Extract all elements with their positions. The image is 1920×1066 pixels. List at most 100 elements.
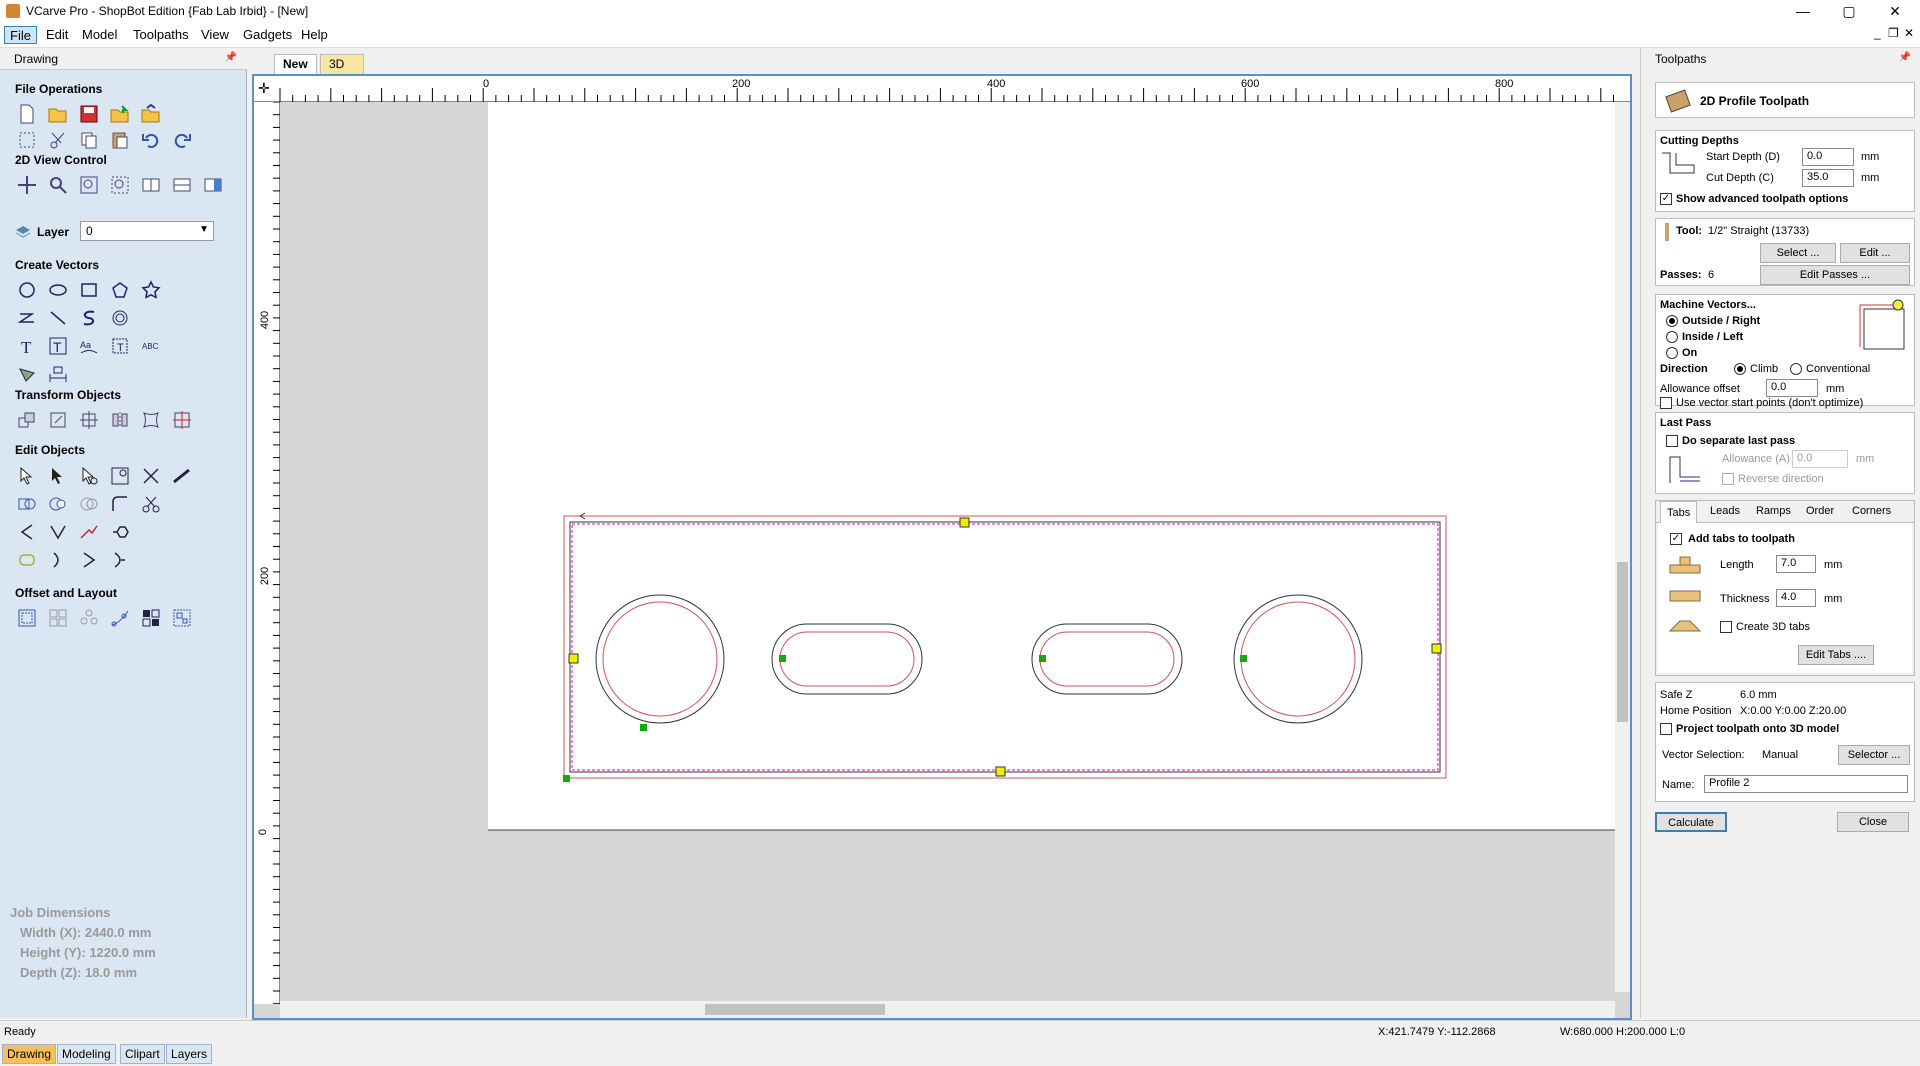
undo-icon[interactable]	[139, 128, 163, 152]
close-icon[interactable]: ✕	[1872, 0, 1918, 22]
layer-select[interactable]: 0 ▼	[80, 221, 214, 241]
tab-3d-view[interactable]: 3D View	[320, 54, 364, 89]
menu-model[interactable]: Model	[77, 26, 122, 44]
bitmap-trace-icon[interactable]	[15, 362, 39, 386]
select-all-icon[interactable]	[15, 128, 39, 152]
offset-icon[interactable]	[15, 606, 39, 630]
close-button[interactable]: Close	[1837, 812, 1909, 832]
distort-icon[interactable]	[139, 408, 163, 432]
pin-icon[interactable]: 📌	[1899, 52, 1911, 63]
pan-icon[interactable]	[15, 173, 39, 197]
set-origin-icon[interactable]	[170, 408, 194, 432]
line-icon[interactable]	[46, 306, 70, 330]
paste-icon[interactable]	[108, 128, 132, 152]
tab-clipart[interactable]: Clipart	[120, 1044, 165, 1064]
measure-icon[interactable]	[170, 464, 194, 488]
tab-layers[interactable]: Layers	[166, 1044, 213, 1064]
import-icon[interactable]	[108, 102, 132, 126]
view-toggle-icon[interactable]	[201, 173, 225, 197]
tab-drawing[interactable]: Drawing	[2, 1044, 57, 1064]
vertical-scrollbar[interactable]	[1615, 102, 1630, 992]
separate-last-pass-checkbox[interactable]	[1666, 435, 1678, 447]
tab-leads[interactable]: Leads	[1710, 505, 1740, 517]
tab-modeling[interactable]: Modeling	[57, 1044, 116, 1064]
minimize-icon[interactable]: —	[1780, 0, 1826, 22]
menu-gadgets[interactable]: Gadgets	[238, 26, 297, 44]
text-arc-icon[interactable]: ABC	[139, 334, 163, 358]
text-frame-icon[interactable]: T	[46, 334, 70, 358]
select-tool-button[interactable]: Select ...	[1760, 243, 1836, 263]
scissors-icon[interactable]	[139, 492, 163, 516]
intersect-icon[interactable]	[77, 492, 101, 516]
menu-toolpaths[interactable]: Toolpaths	[128, 26, 194, 44]
conventional-radio[interactable]	[1790, 363, 1802, 375]
new-file-icon[interactable]	[15, 102, 39, 126]
selector-button[interactable]: Selector ...	[1838, 745, 1910, 765]
pin-icon[interactable]: 📌	[225, 52, 237, 63]
selection-tools-icon[interactable]	[108, 464, 132, 488]
edit-passes-button[interactable]: Edit Passes ...	[1760, 265, 1910, 285]
view-layout-icon[interactable]	[170, 173, 194, 197]
tab-ramps[interactable]: Ramps	[1756, 505, 1791, 517]
zoom-icon[interactable]	[46, 173, 70, 197]
tab-corners[interactable]: Corners	[1852, 505, 1891, 517]
mirror-icon[interactable]	[108, 408, 132, 432]
edit-tabs-button[interactable]: Edit Tabs ....	[1798, 645, 1874, 665]
auto-nest-icon[interactable]	[170, 606, 194, 630]
menu-file[interactable]: File	[4, 26, 37, 44]
project-3d-checkbox[interactable]	[1660, 723, 1672, 735]
allowance-input[interactable]: 0.0	[1792, 450, 1848, 468]
on-radio[interactable]	[1666, 347, 1678, 359]
mdi-close-icon[interactable]: ✕	[1904, 26, 1914, 40]
outside-right-radio[interactable]	[1666, 315, 1678, 327]
polyline-icon[interactable]	[15, 306, 39, 330]
vertical-scroll-thumb[interactable]	[1617, 562, 1628, 722]
allowance-offset-input[interactable]: 0.0	[1766, 379, 1818, 397]
tab-length-input[interactable]: 7.0	[1776, 555, 1816, 573]
join-vectors-icon[interactable]	[46, 520, 70, 544]
polygon-icon[interactable]	[108, 278, 132, 302]
nesting-icon[interactable]	[139, 606, 163, 630]
trim-icon[interactable]	[139, 464, 163, 488]
node-line-icon[interactable]	[77, 548, 101, 572]
close-vector-icon[interactable]	[15, 520, 39, 544]
drawing-area[interactable]	[280, 102, 1615, 994]
crosshair-icon[interactable]: ✛	[258, 80, 270, 97]
fillet-icon[interactable]	[108, 492, 132, 516]
redo-icon[interactable]	[170, 128, 194, 152]
add-tabs-checkbox[interactable]: ✓	[1670, 533, 1682, 545]
move-icon[interactable]	[15, 408, 39, 432]
tab-thickness-input[interactable]: 4.0	[1776, 589, 1816, 607]
dimension-icon[interactable]	[46, 362, 70, 386]
text-on-curve-icon[interactable]: Aa	[77, 334, 101, 358]
mdi-minimize-icon[interactable]: _	[1874, 26, 1881, 40]
use-start-points-checkbox[interactable]	[1660, 397, 1672, 409]
rectangle-icon[interactable]	[77, 278, 101, 302]
star-icon[interactable]	[139, 278, 163, 302]
ellipse-icon[interactable]	[46, 278, 70, 302]
cut-icon[interactable]	[46, 128, 70, 152]
zoom-selection-icon[interactable]	[108, 173, 132, 197]
start-depth-input[interactable]: 0.0	[1802, 148, 1854, 166]
menu-view[interactable]: View	[196, 26, 234, 44]
horizontal-scroll-thumb[interactable]	[705, 1004, 885, 1015]
toolpath-name-input[interactable]: Profile 2	[1704, 775, 1908, 793]
copy-icon[interactable]	[77, 128, 101, 152]
calculate-button[interactable]: Calculate	[1655, 812, 1727, 832]
scale-icon[interactable]	[46, 408, 70, 432]
inside-left-radio[interactable]	[1666, 331, 1678, 343]
smooth-icon[interactable]	[15, 548, 39, 572]
spiral-icon[interactable]	[108, 306, 132, 330]
circle-icon[interactable]	[15, 278, 39, 302]
maximize-icon[interactable]: ▢	[1826, 0, 1872, 22]
auto-layout-text-icon[interactable]: T	[108, 334, 132, 358]
save-icon[interactable]	[77, 102, 101, 126]
export-icon[interactable]	[139, 102, 163, 126]
select-pointer-icon[interactable]	[15, 464, 39, 488]
zoom-box-icon[interactable]	[77, 173, 101, 197]
open-file-icon[interactable]	[46, 102, 70, 126]
menu-edit[interactable]: Edit	[41, 26, 73, 44]
extend-icon[interactable]	[108, 520, 132, 544]
node-curve-icon[interactable]	[46, 548, 70, 572]
horizontal-scrollbar[interactable]	[280, 1001, 1615, 1018]
